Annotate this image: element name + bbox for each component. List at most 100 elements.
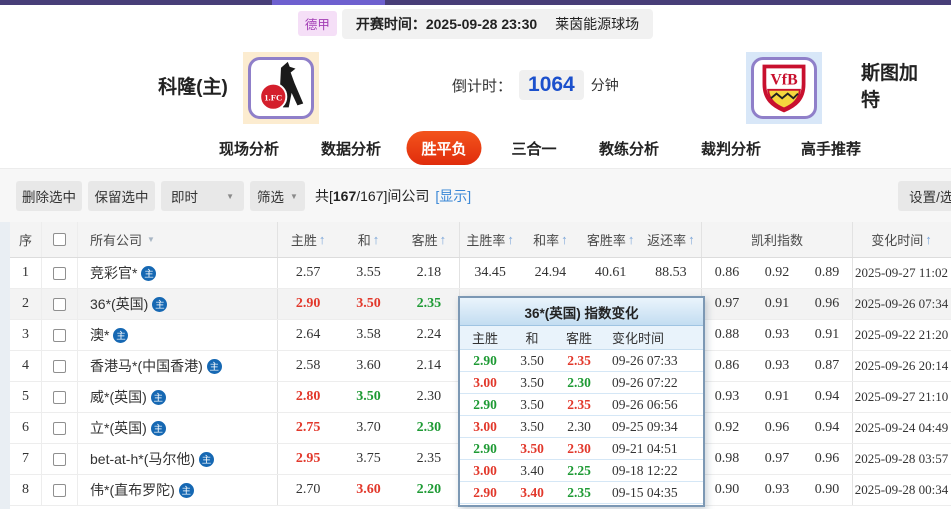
row-checkbox-cell — [42, 413, 78, 443]
team-header: 科隆(主) 1.FC 倒计时： 1064 分钟 VfB — [0, 42, 951, 128]
popup-odds-value: 2.30 — [554, 419, 604, 435]
kelly-group: 0.900.930.90 — [702, 475, 853, 505]
tab-教练分析[interactable]: 教练分析 — [599, 128, 659, 168]
odds-group: 2.643.582.24 — [278, 320, 460, 350]
home-badge-icon: 主 — [151, 390, 166, 405]
odds-value: 2.58 — [278, 351, 338, 381]
draw-header[interactable]: 和↑ — [338, 222, 398, 257]
tab-裁判分析[interactable]: 裁判分析 — [701, 128, 761, 168]
keep-selected-button[interactable]: 保留选中 — [88, 181, 155, 211]
popup-row: 3.003.402.2509-18 12:22 — [460, 460, 703, 482]
company-name[interactable]: 澳*主 — [78, 320, 278, 350]
row-checkbox[interactable] — [53, 484, 66, 497]
filter-dropdown[interactable]: 筛选 ▼ — [250, 181, 305, 211]
popup-row: 2.903.502.3509-26 07:33 — [460, 350, 703, 372]
settings-button[interactable]: 设置/选择 — [898, 181, 951, 211]
kelly-group: 0.970.910.96 — [702, 289, 853, 319]
tab-现场分析[interactable]: 现场分析 — [219, 128, 279, 168]
tab-数据分析[interactable]: 数据分析 — [321, 128, 381, 168]
kelly-value: 0.93 — [702, 382, 752, 412]
table-header-row: 序 所有公司 ▼ 主胜↑ 和↑ 客胜↑ 主胜率↑ 和率↑ 客胜率↑ 返还率↑ 凯… — [10, 222, 951, 258]
sort-asc-icon: ↑ — [561, 232, 568, 247]
kelly-value: 0.88 — [702, 320, 752, 350]
company-name[interactable]: 香港马*(中国香港)主 — [78, 351, 278, 381]
row-checkbox[interactable] — [53, 453, 66, 466]
popup-change-time: 09-18 12:22 — [604, 463, 703, 479]
delete-selected-button[interactable]: 删除选中 — [16, 181, 82, 211]
company-header[interactable]: 所有公司 ▼ — [78, 222, 278, 257]
show-link[interactable]: [显示] — [435, 186, 471, 206]
draw-rate-header[interactable]: 和率↑ — [520, 222, 580, 257]
odds-value: 3.60 — [338, 351, 398, 381]
popup-odds-value: 2.30 — [554, 375, 604, 391]
home-team-logo: 1.FC — [243, 52, 319, 124]
away-rate-header[interactable]: 客胜率↑ — [581, 222, 641, 257]
odds-value: 3.58 — [338, 320, 398, 350]
row-checkbox[interactable] — [53, 360, 66, 373]
odds-group: 2.903.502.35 — [278, 289, 460, 319]
kelly-value: 0.87 — [802, 351, 852, 381]
home-rate-header[interactable]: 主胜率↑ — [460, 222, 520, 257]
select-all-cell — [42, 222, 78, 257]
odds-value: 3.75 — [338, 444, 398, 474]
popup-odds-value: 3.50 — [510, 419, 554, 435]
row-checkbox-cell — [42, 258, 78, 288]
popup-odds-value: 3.50 — [510, 397, 554, 413]
row-checkbox[interactable] — [53, 422, 66, 435]
kelly-value: 0.86 — [702, 258, 752, 288]
kelly-value: 0.97 — [752, 444, 802, 474]
popup-odds-value: 2.35 — [554, 397, 604, 413]
odds-value: 3.50 — [338, 289, 398, 319]
company-label: 香港马*(中国香港) — [90, 356, 203, 376]
table-row: 1竞彩官*主2.573.552.1834.4524.9440.6188.530.… — [10, 258, 951, 289]
tab-高手推荐[interactable]: 高手推荐 — [801, 128, 861, 168]
row-checkbox[interactable] — [53, 298, 66, 311]
league-badge[interactable]: 德甲 — [298, 11, 337, 36]
kelly-value: 0.94 — [802, 413, 852, 443]
company-name[interactable]: 立*(英国)主 — [78, 413, 278, 443]
company-name[interactable]: bet-at-h*(马尔他)主 — [78, 444, 278, 474]
row-checkbox[interactable] — [53, 329, 66, 342]
home-badge-icon: 主 — [152, 297, 167, 312]
sort-asc-icon: ↑ — [628, 232, 635, 247]
row-seq: 5 — [10, 382, 42, 412]
return-rate-header[interactable]: 返还率↑ — [641, 222, 701, 257]
sort-asc-icon: ↑ — [925, 232, 932, 247]
change-time: 2025-09-27 21:10 — [853, 382, 950, 412]
match-info-bar: 德甲 开赛时间：2025-09-28 23:30 莱茵能源球场 — [0, 5, 951, 42]
company-name[interactable]: 伟*(直布罗陀)主 — [78, 475, 278, 505]
company-name[interactable]: 竞彩官*主 — [78, 258, 278, 288]
kelly-value: 0.97 — [702, 289, 752, 319]
rate-value: 24.94 — [520, 258, 580, 288]
odds-value: 2.30 — [399, 382, 459, 412]
live-odds-dropdown[interactable]: 即时 ▼ — [161, 181, 244, 211]
svg-text:1.FC: 1.FC — [264, 93, 282, 103]
odds-group: 2.703.602.20 — [278, 475, 460, 505]
rate-value: 88.53 — [641, 258, 701, 288]
odds-group: 2.803.502.30 — [278, 382, 460, 412]
kelly-value: 0.93 — [752, 475, 802, 505]
company-name[interactable]: 威*(英国)主 — [78, 382, 278, 412]
kelly-group: 0.920.960.94 — [702, 413, 853, 443]
row-checkbox[interactable] — [53, 391, 66, 404]
row-seq: 7 — [10, 444, 42, 474]
tab-胜平负[interactable]: 胜平负 — [406, 131, 481, 165]
away-team-name: 斯图加特 — [861, 42, 921, 128]
kelly-value: 0.91 — [752, 289, 802, 319]
popup-col-header: 和 — [510, 328, 554, 347]
kelly-value: 0.92 — [752, 258, 802, 288]
home-badge-icon: 主 — [141, 266, 156, 281]
odds-value: 2.70 — [278, 475, 338, 505]
company-name[interactable]: 36*(英国) 主 — [78, 289, 278, 319]
odds-value: 2.80 — [278, 382, 338, 412]
row-checkbox-cell — [42, 475, 78, 505]
popup-change-time: 09-25 09:34 — [604, 419, 703, 435]
popup-odds-value: 2.90 — [460, 441, 510, 457]
tab-三合一[interactable]: 三合一 — [511, 128, 556, 168]
home-win-header[interactable]: 主胜↑ — [278, 222, 338, 257]
select-all-checkbox[interactable] — [53, 233, 66, 246]
away-win-header[interactable]: 客胜↑ — [399, 222, 459, 257]
change-time-header[interactable]: 变化时间↑ — [853, 222, 950, 257]
company-label: 36*(英国) — [90, 294, 148, 314]
row-checkbox[interactable] — [53, 267, 66, 280]
